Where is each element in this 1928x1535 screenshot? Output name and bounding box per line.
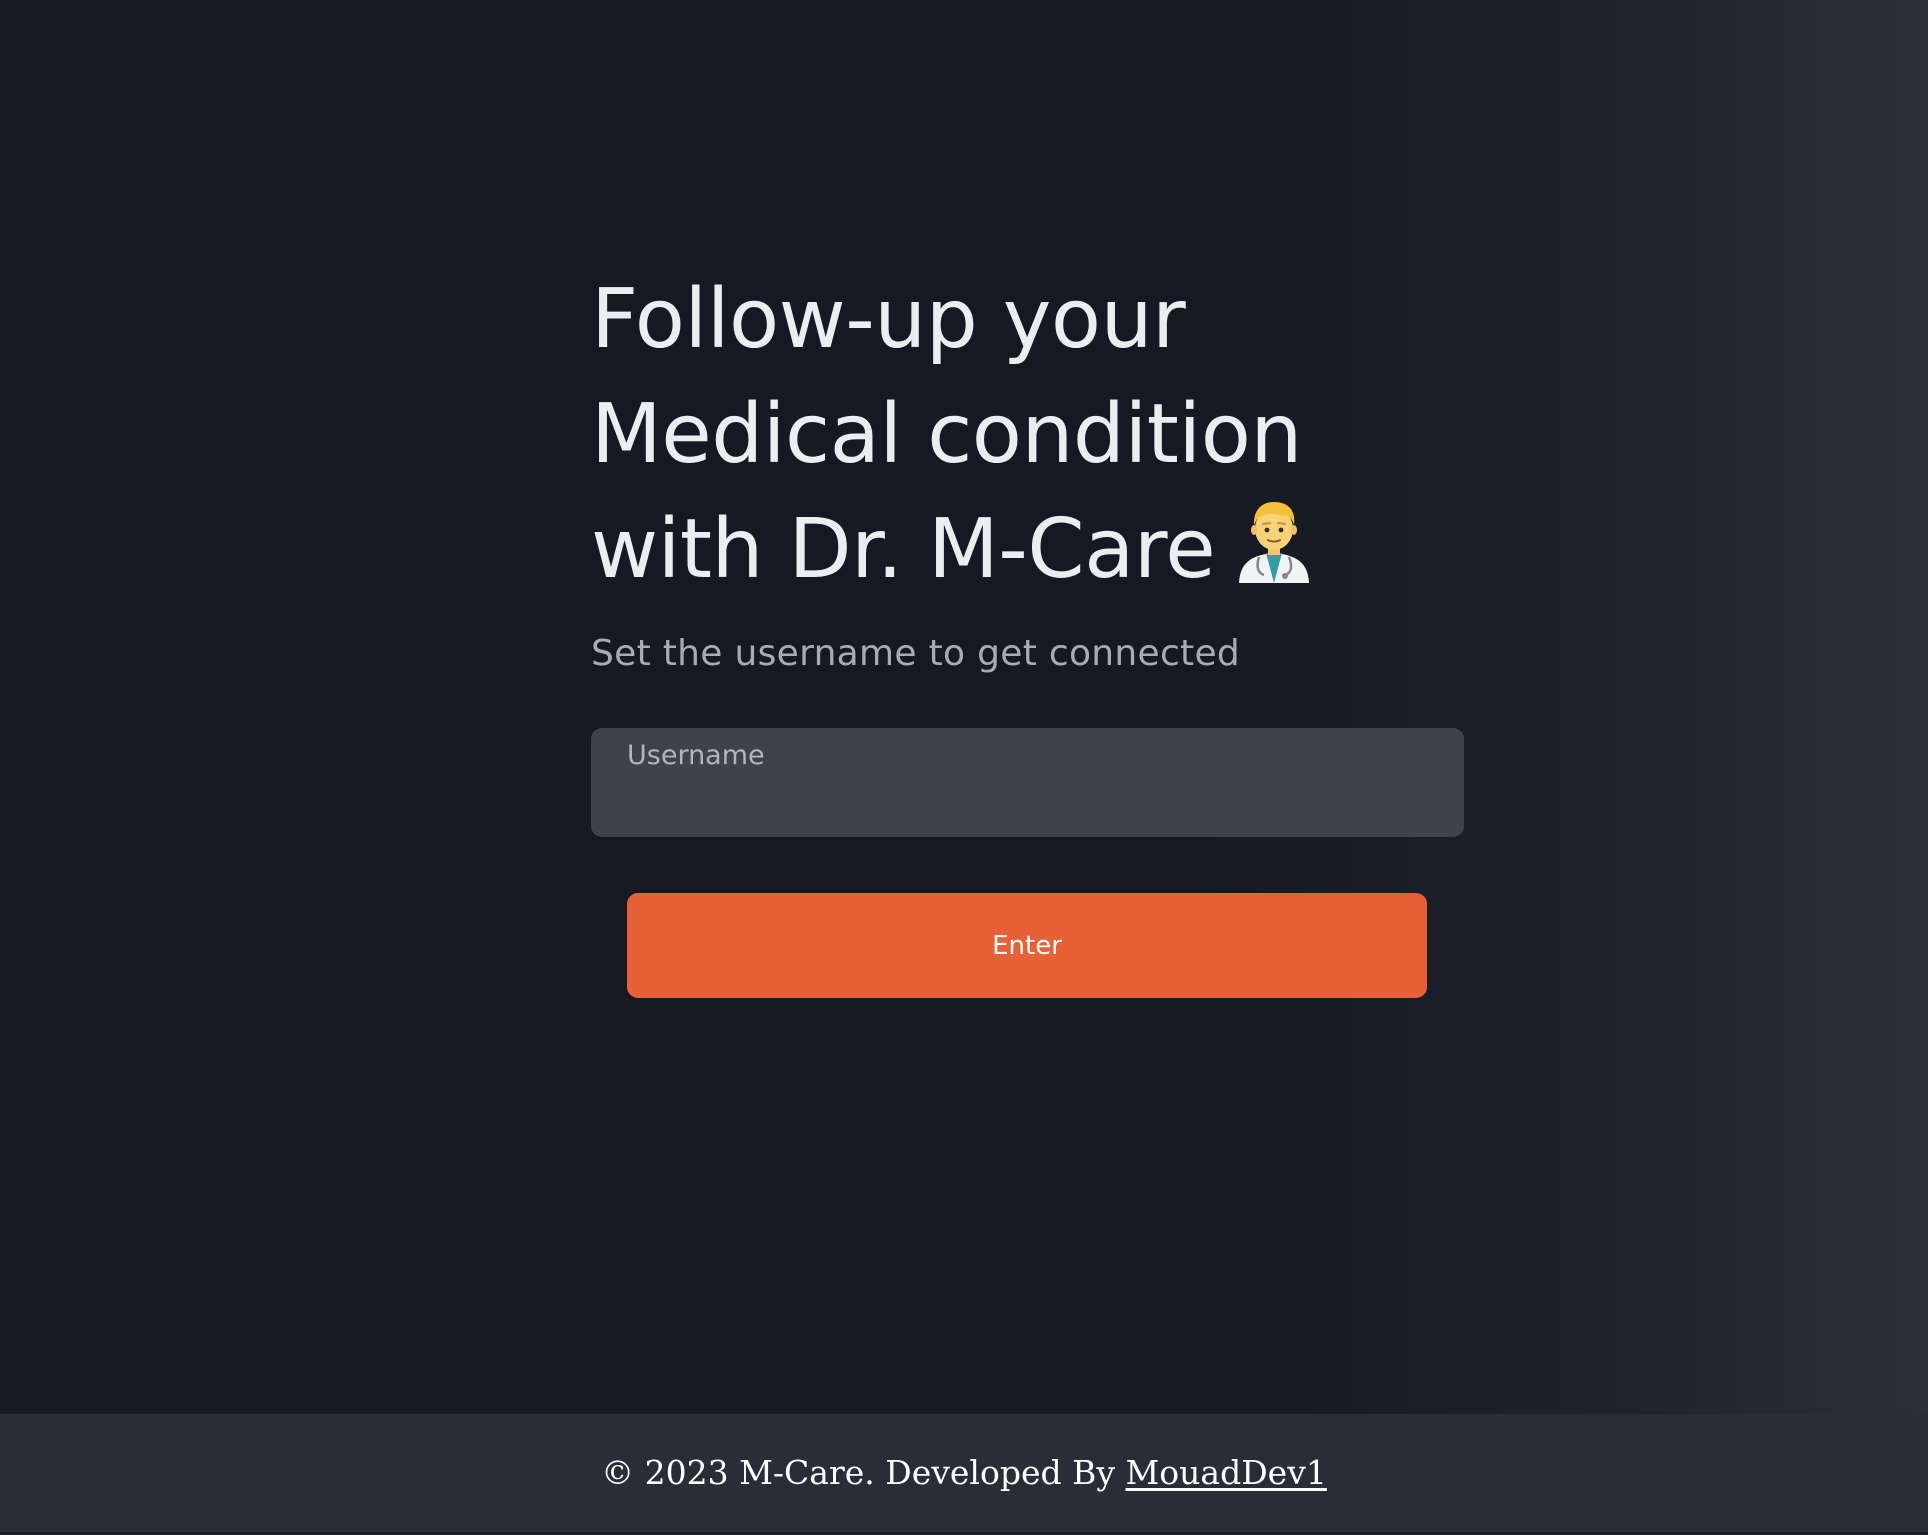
hero-subtitle: Set the username to get connected (591, 633, 1241, 674)
footer-copyright: © 2023 M-Care. Developed By (601, 1453, 1115, 1492)
username-field[interactable]: Username (591, 728, 1464, 837)
hero-headline: Follow-up your Medical condition with Dr… (591, 262, 1464, 607)
enter-button[interactable]: Enter (627, 893, 1427, 998)
man-health-worker-icon (1239, 502, 1310, 583)
login-screen: Follow-up your Medical condition with Dr… (0, 0, 1928, 1414)
headline-line-1: Follow-up your (591, 272, 1186, 367)
username-label: Username (627, 740, 765, 771)
hero-section: Follow-up your Medical condition with Dr… (591, 262, 1464, 679)
author-link[interactable]: MouadDev1 (1126, 1453, 1327, 1492)
headline-line-3: with Dr. M-Care (591, 492, 1464, 607)
headline-line-2: Medical condition (591, 387, 1302, 482)
headline-line-3-text: with Dr. M-Care (591, 502, 1216, 597)
username-input[interactable] (627, 782, 1427, 826)
footer: © 2023 M-Care. Developed By MouadDev1 (0, 1414, 1928, 1532)
